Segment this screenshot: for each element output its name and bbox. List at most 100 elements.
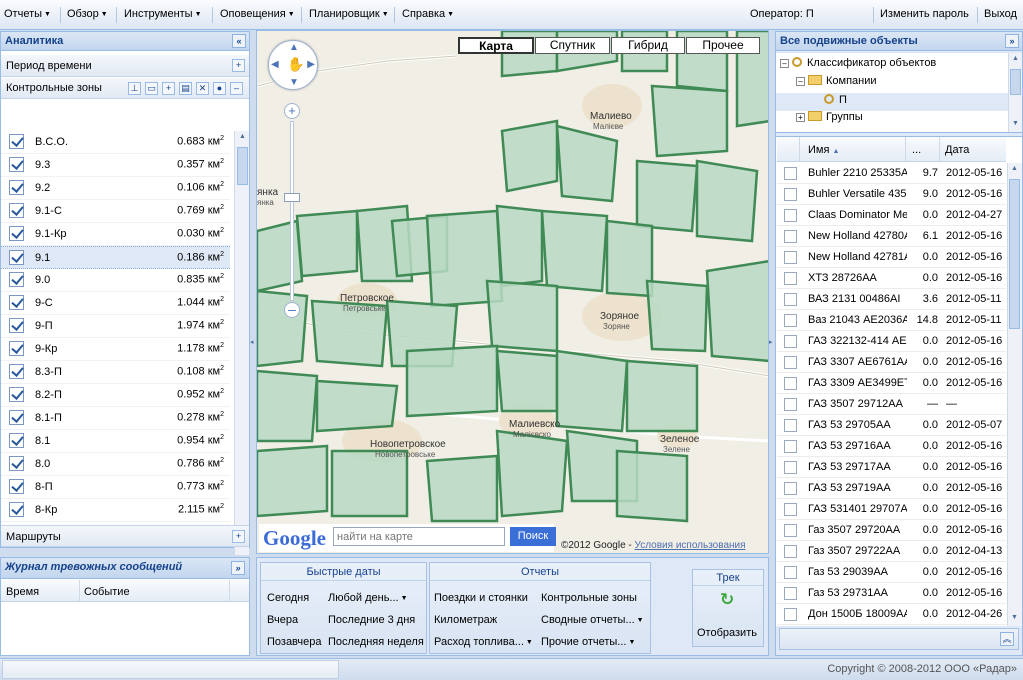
object-checkbox[interactable] (784, 482, 797, 495)
map-field-zone[interactable] (635, 159, 699, 233)
edit-zone-icon[interactable]: ▭ (145, 82, 158, 95)
map-view[interactable]: Малиево Малієве Петровское Петровське Зо… (256, 30, 769, 554)
zone-row[interactable]: 8.1-П 0.278 км2 (1, 407, 230, 430)
zone-row[interactable]: 8.0 0.786 км2 (1, 453, 230, 476)
map-field-zone[interactable] (500, 119, 559, 193)
zone-checkbox[interactable] (9, 250, 24, 265)
object-row[interactable]: ГАЗ 322132-414 АЕ 0.0 2012-05-16 (777, 331, 1006, 352)
expand-up-icon[interactable]: ︽ (1000, 632, 1014, 646)
object-row[interactable]: Газ 3507 29720АА 0.0 2012-05-16 (777, 520, 1006, 541)
summary-reports-button[interactable]: Сводные отчеты... ▼ (541, 614, 644, 626)
map-field-zone[interactable] (330, 449, 409, 518)
map-field-zone[interactable] (705, 260, 769, 363)
object-row[interactable]: Claas Dominator Mega 0.0 2012-04-27 (777, 205, 1006, 226)
object-row[interactable]: New Holland 42780АА 6.1 2012-05-16 (777, 226, 1006, 247)
map-field-zone[interactable] (605, 219, 654, 298)
other-reports-button[interactable]: Прочие отчеты... ▼ (541, 636, 635, 648)
zone-row[interactable]: 9-Кр 1.178 км2 (1, 338, 230, 361)
menu-notifications[interactable]: Оповещения ▼ (220, 8, 295, 20)
tree-scrollbar[interactable]: ▲ ▼ (1008, 53, 1022, 132)
object-row[interactable]: ГАЗ 3307 АЕ6761АА 0.0 2012-05-16 (777, 352, 1006, 373)
settings-zone-icon[interactable]: ● (213, 82, 226, 95)
map-field-zone[interactable] (495, 349, 559, 413)
zone-checkbox[interactable] (9, 203, 24, 218)
pan-control[interactable]: ▲ ▼ ◀ ▶ ✋ (268, 40, 318, 90)
map-field-zone[interactable] (625, 359, 699, 433)
save-zone-icon[interactable]: ▤ (179, 82, 192, 95)
map-type-other[interactable]: Прочее (686, 37, 760, 54)
object-checkbox[interactable] (784, 230, 797, 243)
map-field-zone[interactable] (257, 369, 319, 443)
map-field-zone[interactable] (257, 219, 304, 293)
map-field-zone[interactable] (495, 429, 569, 518)
col-date[interactable]: Дата (945, 144, 969, 156)
last-3-days-button[interactable]: Последние 3 дня (328, 614, 415, 626)
object-checkbox[interactable] (784, 335, 797, 348)
fuel-button[interactable]: Расход топлива... ▼ (434, 636, 533, 648)
zone-row[interactable]: 8.2-П 0.952 км2 (1, 384, 230, 407)
menu-scheduler[interactable]: Планировщик ▼ (309, 8, 389, 20)
object-row[interactable]: Ваз 21043 АЕ2036АА 14.8 2012-05-11 (777, 310, 1006, 331)
object-checkbox[interactable] (784, 167, 797, 180)
tree-node-groups[interactable]: + Группы (796, 111, 863, 123)
trips-button[interactable]: Поездки и стоянки (434, 592, 528, 604)
menu-tools[interactable]: Инструменты ▼ (124, 8, 202, 20)
zone-row[interactable]: 9.3 0.357 км2 (1, 154, 230, 177)
collapse-alarms-icon[interactable]: » (231, 561, 245, 575)
zoom-thumb[interactable] (284, 193, 300, 202)
right-splitter-icon[interactable]: ▸ (769, 338, 773, 346)
map-type-map[interactable]: Карта (458, 37, 534, 54)
logout-link[interactable]: Выход (984, 8, 1017, 20)
zone-checkbox[interactable] (9, 318, 24, 333)
map-field-zone[interactable] (540, 209, 609, 293)
object-row[interactable]: Газ 53 29731АА 0.0 2012-05-16 (777, 583, 1006, 604)
pan-right-icon[interactable]: ▶ (307, 59, 315, 70)
menu-overview[interactable]: Обзор ▼ (67, 8, 108, 20)
zoom-out-icon[interactable]: – (284, 302, 300, 318)
zone-row[interactable]: 8.1 0.954 км2 (1, 430, 230, 453)
map-canvas[interactable]: Малиево Малієве Петровское Петровське Зо… (257, 31, 769, 554)
tree-node-companies[interactable]: – Компании (796, 75, 877, 87)
scroll-thumb[interactable] (237, 147, 248, 185)
object-row[interactable]: ГАЗ 531401 29707АА 0.0 2012-05-16 (777, 499, 1006, 520)
map-search-input[interactable] (333, 527, 505, 546)
zoom-in-icon[interactable]: + (284, 103, 300, 119)
map-field-zone[interactable] (257, 289, 309, 368)
show-track-button[interactable]: Отобразить (697, 627, 757, 639)
object-row[interactable]: ВАЗ 2131 00486АI 3.6 2012-05-11 (777, 289, 1006, 310)
expand-routes-icon[interactable]: + (232, 530, 245, 543)
zone-checkbox[interactable] (9, 134, 24, 149)
object-checkbox[interactable] (784, 608, 797, 621)
zone-checkbox[interactable] (9, 502, 24, 517)
pan-down-icon[interactable]: ▼ (289, 77, 299, 88)
object-checkbox[interactable] (784, 461, 797, 474)
zoom-track[interactable] (290, 121, 294, 301)
menu-reports[interactable]: Отчеты ▼ (4, 8, 51, 20)
object-checkbox[interactable] (784, 545, 797, 558)
zone-checkbox[interactable] (9, 295, 24, 310)
zone-row[interactable]: 9.2 0.106 км2 (1, 177, 230, 200)
object-checkbox[interactable] (784, 566, 797, 579)
zones-scrollbar[interactable]: ▲ ▼ (234, 131, 249, 555)
collapse-right-icon[interactable]: » (1005, 34, 1019, 48)
object-checkbox[interactable] (784, 440, 797, 453)
zone-row[interactable]: 9-П 1.974 км2 (1, 315, 230, 338)
zone-row[interactable]: 8-П 0.773 км2 (1, 476, 230, 499)
map-field-zone[interactable] (405, 344, 499, 418)
mileage-button[interactable]: Километраж (434, 614, 497, 626)
zone-row[interactable]: 9.1-С 0.769 км2 (1, 200, 230, 223)
any-day-button[interactable]: Любой день... ▼ (328, 592, 408, 604)
object-row[interactable]: Buhler 2210 25335АА 9.7 2012-05-16 (777, 163, 1006, 184)
last-week-button[interactable]: Последняя неделя (328, 636, 424, 648)
object-checkbox[interactable] (784, 356, 797, 369)
zone-checkbox[interactable] (9, 226, 24, 241)
delete-zone-icon[interactable]: ✕ (196, 82, 209, 95)
object-row[interactable]: ГАЗ 3507 29712АА — — (777, 394, 1006, 415)
expand-period-icon[interactable]: + (232, 59, 245, 72)
object-checkbox[interactable] (784, 419, 797, 432)
object-row[interactable]: Газ 3507 29722АА 0.0 2012-04-13 (777, 541, 1006, 562)
zone-checkbox[interactable] (9, 157, 24, 172)
add-zone-icon[interactable]: + (162, 82, 175, 95)
object-checkbox[interactable] (784, 188, 797, 201)
col-value[interactable]: ... (912, 144, 921, 156)
